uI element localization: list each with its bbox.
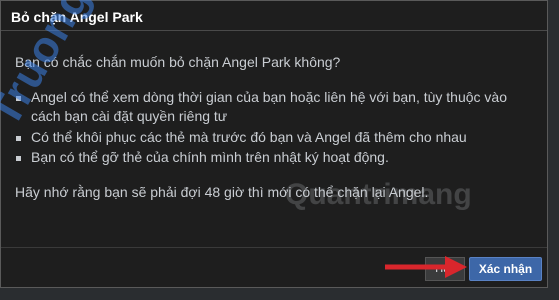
unblock-dialog: Bỏ chặn Angel Park Bạn có chắc chắn muốn… (0, 0, 548, 288)
list-item: Angel có thể xem dòng thời gian của bạn … (15, 88, 531, 127)
confirm-question: Bạn có chắc chắn muốn bỏ chặn Angel Park… (15, 54, 341, 70)
consequence-list: Angel có thể xem dòng thời gian của bạn … (15, 88, 531, 168)
dialog-title: Bỏ chặn Angel Park (1, 1, 547, 31)
confirm-button[interactable]: Xác nhận (469, 257, 542, 281)
footer-divider (1, 247, 547, 248)
red-arrow-icon (385, 256, 467, 278)
reblock-note: Hãy nhớ rằng bạn sẽ phải đợi 48 giờ thì … (15, 183, 429, 200)
dialog-body: Bạn có chắc chắn muốn bỏ chặn Angel Park… (1, 31, 547, 203)
list-item: Bạn có thể gỡ thẻ của chính mình trên nh… (15, 148, 531, 168)
list-item: Có thể khôi phục các thẻ mà trước đó bạn… (15, 128, 531, 148)
